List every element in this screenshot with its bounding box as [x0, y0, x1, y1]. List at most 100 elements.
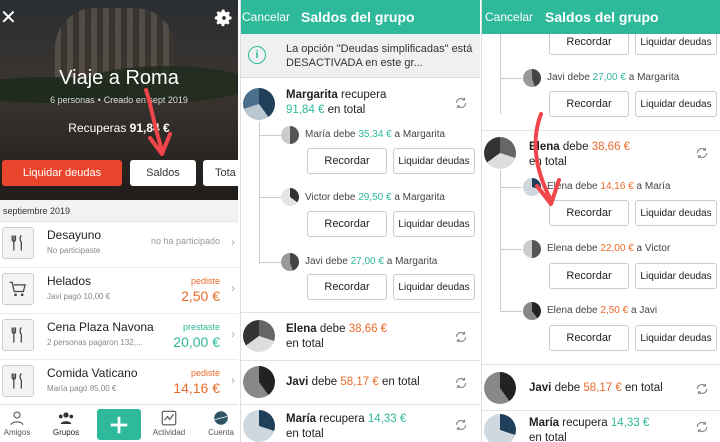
expense-amount: 2,50 € — [181, 288, 220, 304]
avatar — [523, 240, 541, 258]
expense-meta: Javi pagó 10,00 € — [47, 292, 111, 301]
page-title: Saldos del grupo — [301, 9, 415, 25]
member-balance: Javi debe 58,17 € en total — [529, 382, 663, 394]
expense-status: no ha participado — [150, 236, 220, 246]
activity-icon — [161, 410, 177, 426]
settle-up-button[interactable]: Liquidar deudas — [393, 274, 475, 300]
cancel-button[interactable]: Cancelar — [242, 10, 290, 24]
remind-button[interactable]: Recordar — [549, 200, 629, 226]
chevron-right-icon: › — [231, 373, 235, 387]
expense-row[interactable]: Cena Plaza Navona 2 personas pagaron 132… — [0, 314, 238, 360]
expand-icon[interactable] — [454, 96, 468, 110]
created-date: Creado en sept 2019 — [103, 95, 188, 105]
expense-amount: 14,16 € — [173, 380, 220, 396]
close-icon[interactable]: ✕ — [0, 8, 17, 28]
info-banner: i La opción "Deudas simplificadas" está … — [241, 34, 480, 78]
month-header: septiembre 2019 — [0, 200, 238, 222]
chevron-right-icon: › — [231, 235, 235, 249]
remind-button[interactable]: Recordar — [307, 148, 387, 174]
avatar — [281, 188, 299, 206]
tab-groups[interactable]: Grupos — [43, 409, 89, 437]
avatar — [281, 253, 299, 271]
expense-meta: María pagó 85,00 € — [47, 384, 117, 393]
settle-up-button[interactable]: Liquidar deudas — [635, 325, 717, 351]
settle-up-button[interactable]: Liquidar deudas — [635, 200, 717, 226]
expense-status: pediste — [190, 368, 220, 378]
expense-name: Comida Vaticano — [47, 366, 138, 380]
avatar — [243, 366, 275, 398]
debt-line: Elena debe 2,50 € a Javi — [547, 305, 658, 316]
info-icon: i — [248, 46, 266, 64]
expense-name: Desayuno — [47, 228, 102, 242]
member-balance: María recupera 14,33 € en total — [529, 417, 650, 442]
settle-up-button[interactable]: Liquidar deudas — [393, 148, 475, 174]
expand-icon[interactable] — [695, 146, 709, 160]
expand-icon[interactable] — [454, 376, 468, 390]
group-balances-screen-scrolled: Cancelar Saldos del grupo Recordar Liqui… — [481, 0, 720, 442]
group-icon — [58, 412, 74, 424]
expense-row[interactable]: Comida Vaticano María pagó 85,00 € pedis… — [0, 360, 238, 406]
debt-line: Elena debe 22,00 € a Victor — [547, 243, 671, 254]
avatar — [484, 137, 516, 169]
settle-up-button[interactable]: Liquidar deudas — [635, 91, 717, 117]
tab-account[interactable]: Cuenta — [198, 409, 238, 437]
avatar — [523, 178, 541, 196]
expand-icon[interactable] — [454, 418, 468, 432]
expense-status: pediste — [190, 276, 220, 286]
group-balances-screen: Cancelar Saldos del grupo i La opción "D… — [240, 0, 480, 442]
remind-button[interactable]: Recordar — [549, 263, 629, 289]
settle-up-button[interactable]: Liquidar deudas — [635, 263, 717, 289]
remind-button[interactable]: Recordar — [549, 91, 629, 117]
chevron-right-icon: › — [231, 327, 235, 341]
chevron-right-icon: › — [231, 281, 235, 295]
avatar — [523, 69, 541, 87]
header-bar: Cancelar Saldos del grupo — [482, 0, 720, 34]
expense-amount: 20,00 € — [173, 334, 220, 350]
page-title: Saldos del grupo — [545, 9, 659, 25]
debt-line: Elena debe 14,16 € a María — [547, 181, 671, 192]
expense-name: Helados — [47, 274, 92, 288]
cancel-button[interactable]: Cancelar — [485, 10, 533, 24]
group-title: Viaje a Roma — [59, 67, 179, 89]
remind-button[interactable]: Recordar — [307, 274, 387, 300]
expense-row[interactable]: Helados Javi pagó 10,00 € pediste 2,50 €… — [0, 268, 238, 314]
balance-label: Recuperas — [68, 121, 127, 135]
remind-button[interactable]: Recordar — [549, 325, 629, 351]
expand-icon[interactable] — [695, 382, 709, 396]
cutlery-icon — [2, 365, 34, 397]
avatar — [484, 372, 516, 404]
totals-button[interactable]: Tota — [203, 160, 238, 186]
avatar — [484, 414, 516, 442]
info-text: La opción "Deudas simplificadas" está DE… — [286, 43, 473, 69]
member-balance: Elena debe 38,66 € en total — [286, 323, 388, 350]
balance-summary: Recuperas 91,84 € — [0, 121, 238, 135]
debt-line: María debe 35,34 € a Margarita — [305, 129, 446, 140]
expense-name: Cena Plaza Navona — [47, 320, 154, 334]
tab-friends[interactable]: Amigos — [0, 409, 40, 437]
expand-icon[interactable] — [695, 420, 709, 434]
gear-icon[interactable] — [214, 8, 234, 28]
expense-status: prestaste — [182, 322, 220, 332]
tab-activity[interactable]: Actividad — [146, 409, 192, 437]
debt-line: Javi debe 27,00 € a Margarita — [547, 72, 680, 83]
member-balance: María recupera 14,33 € en total — [286, 413, 407, 440]
header-bar: Cancelar Saldos del grupo — [241, 0, 480, 34]
expense-row[interactable]: Desayuno No participaste no ha participa… — [0, 222, 238, 268]
bottom-tab-bar: Amigos Grupos Actividad Cuenta — [0, 404, 238, 442]
balances-button[interactable]: Saldos — [130, 160, 196, 186]
avatar — [243, 320, 275, 352]
add-expense-button[interactable] — [97, 409, 141, 440]
group-cover: ✕ Viaje a Roma 6 personas • Creado en sept… — [0, 0, 238, 200]
expand-icon[interactable] — [454, 330, 468, 344]
avatar — [243, 88, 275, 120]
avatar — [281, 126, 299, 144]
remind-button[interactable]: Recordar — [307, 211, 387, 237]
balance-amount: 91,84 € — [129, 121, 170, 135]
group-screen: ✕ Viaje a Roma 6 personas • Creado en sept… — [0, 0, 238, 442]
settle-up-button[interactable]: Liquidar deudas — [2, 160, 122, 186]
settle-up-button[interactable]: Liquidar deudas — [393, 211, 475, 237]
plus-icon — [110, 416, 128, 433]
member-balance: Margarita recupera 91,84 € en total — [286, 89, 387, 116]
person-icon — [10, 411, 24, 426]
cutlery-icon — [2, 227, 34, 259]
